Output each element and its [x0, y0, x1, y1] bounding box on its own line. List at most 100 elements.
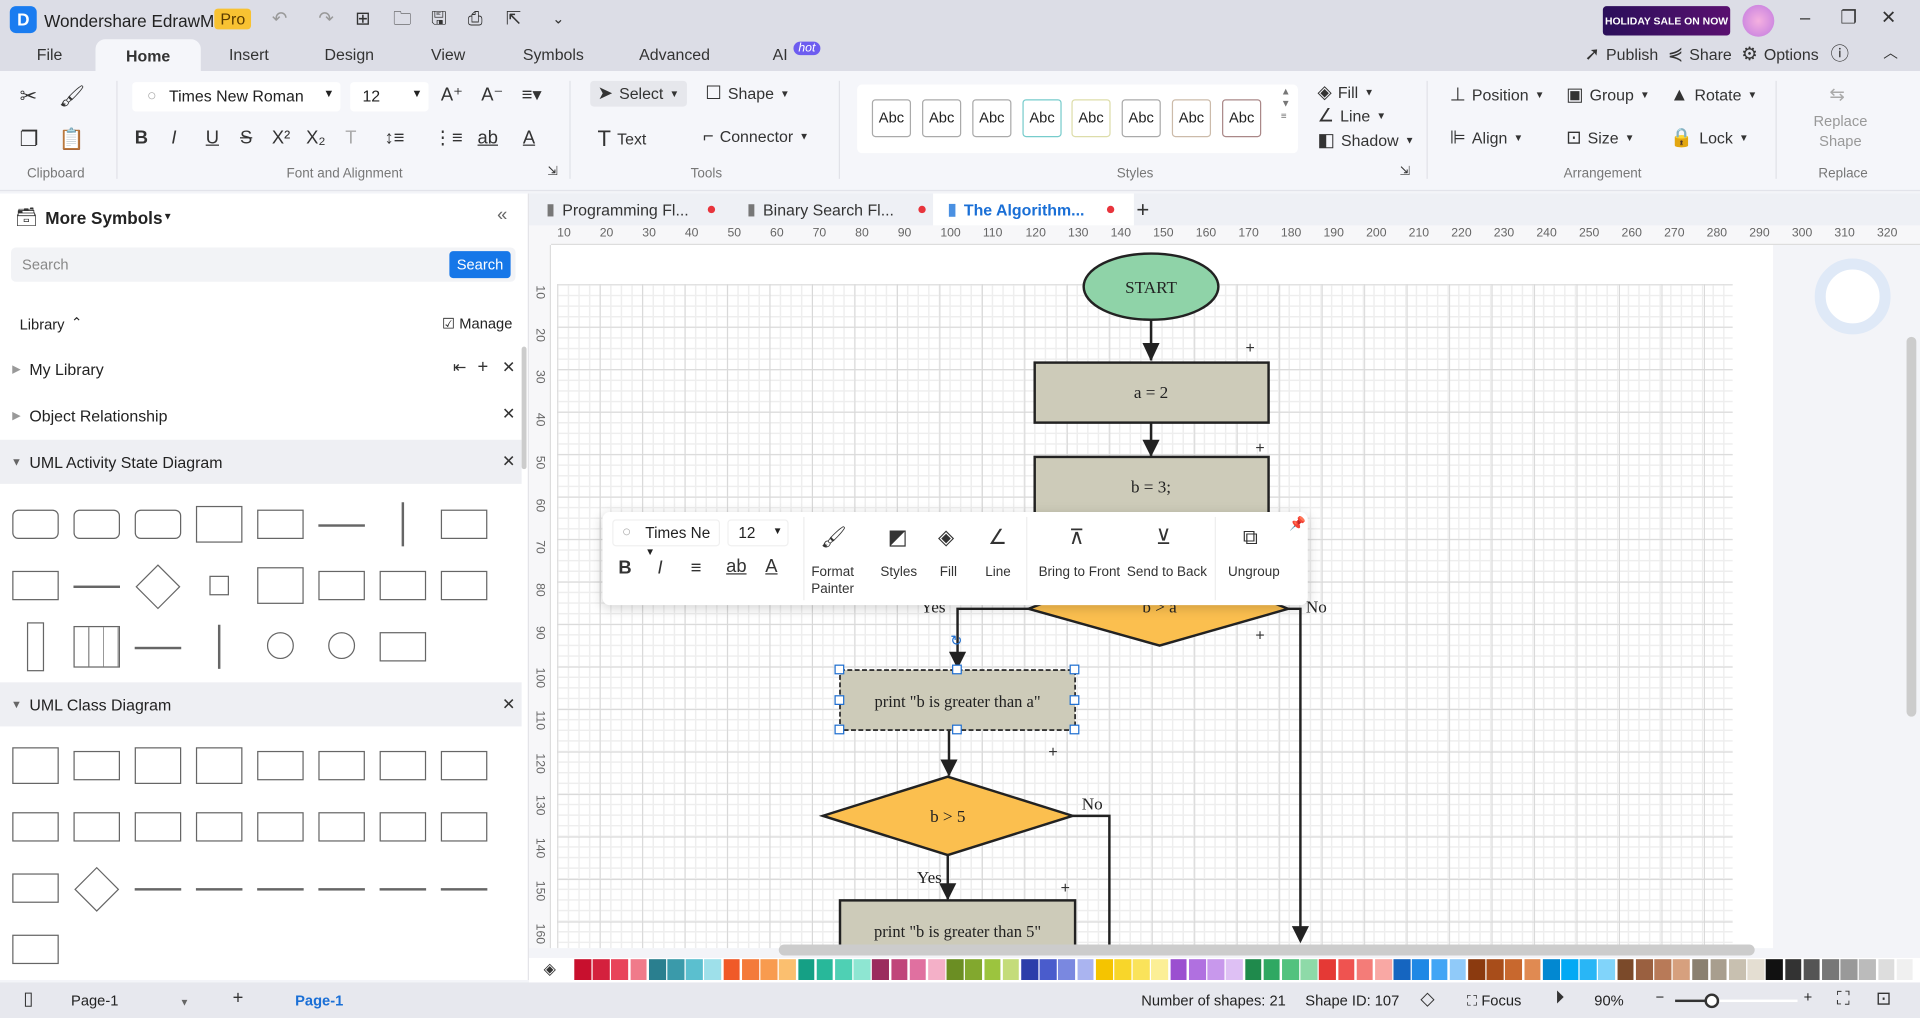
subscript-icon[interactable]: X₂ [306, 129, 325, 147]
color-swatch[interactable] [1375, 959, 1392, 980]
tab-insert[interactable]: Insert [229, 45, 269, 63]
symbol-thumbnail[interactable] [135, 564, 181, 610]
shadow-button[interactable]: ◧ Shadow ▼ [1318, 131, 1415, 149]
format-painter-icon[interactable]: 🖌 [59, 86, 85, 107]
symbol-thumbnail[interactable] [195, 888, 243, 891]
color-swatch[interactable] [1449, 959, 1467, 980]
color-swatch[interactable] [574, 959, 592, 980]
color-swatch[interactable] [1524, 959, 1541, 980]
symbol-thumbnail[interactable] [134, 646, 182, 650]
close-icon[interactable]: ✕ [502, 359, 515, 375]
color-swatch[interactable] [1263, 959, 1281, 980]
symbol-thumbnail[interactable] [257, 567, 304, 604]
line-spacing-icon[interactable]: ↕≡ [384, 129, 404, 147]
color-swatch[interactable] [1840, 959, 1858, 980]
color-swatch[interactable] [1058, 959, 1076, 980]
fill-picker-icon[interactable]: ◈ [544, 960, 556, 976]
customize-icon[interactable]: ⌄ [552, 11, 564, 26]
style-swatch[interactable]: Abc [1022, 99, 1062, 138]
symbol-thumbnail[interactable] [73, 585, 121, 588]
minimize-icon[interactable]: – [1800, 9, 1810, 27]
color-swatch[interactable] [1710, 959, 1728, 980]
format-painter-button[interactable]: Format Painter [806, 564, 860, 598]
library-uml-class[interactable]: UML Class Diagram [0, 682, 522, 727]
zoom-in-icon[interactable]: + [1804, 989, 1813, 1006]
superscript-icon[interactable]: X² [272, 129, 290, 147]
symbol-thumbnail[interactable] [12, 934, 59, 965]
color-swatch[interactable] [946, 959, 964, 980]
symbol-thumbnail[interactable] [257, 888, 304, 891]
color-swatch[interactable] [1486, 959, 1504, 980]
dialog-launcher-icon[interactable]: ⇲ [1400, 166, 1410, 179]
ungroup-button[interactable]: Ungroup [1224, 564, 1283, 581]
underline-icon[interactable]: U [206, 129, 219, 147]
color-swatch[interactable] [909, 959, 927, 980]
print-icon[interactable]: ⎙ [468, 10, 483, 28]
symbol-thumbnail[interactable] [440, 888, 488, 891]
floating-assistant-button[interactable] [1814, 258, 1891, 335]
lock-button[interactable]: 🔒 Lock ▼ [1670, 129, 1748, 147]
color-swatch[interactable] [872, 959, 890, 980]
color-swatch[interactable] [1337, 959, 1355, 980]
close-icon[interactable]: ✕ [502, 405, 515, 421]
styles-button[interactable]: Styles [874, 564, 923, 581]
color-swatch[interactable] [592, 959, 610, 980]
color-swatch[interactable] [928, 959, 945, 980]
color-swatch[interactable] [1672, 959, 1690, 980]
color-swatch[interactable] [1021, 959, 1039, 980]
zoom-out-icon[interactable]: − [1656, 989, 1665, 1006]
add-icon[interactable]: + [478, 358, 489, 376]
symbol-thumbnail[interactable] [12, 747, 59, 784]
color-swatch[interactable] [630, 959, 647, 980]
options-button[interactable]: ⚙ Options [1741, 45, 1818, 63]
more-symbols-title[interactable]: More Symbols [45, 208, 162, 228]
doc-tab[interactable]: ▮ Binary Search Fl... [747, 194, 931, 226]
library-my-library[interactable]: My Library [0, 347, 522, 391]
symbol-thumbnail[interactable] [318, 812, 365, 842]
font-family-select[interactable]: ○ Times Ne ▼ [612, 519, 721, 557]
align-icon[interactable]: ≡ [691, 559, 702, 577]
bullets-icon[interactable]: ⋮≡ [433, 129, 462, 147]
color-swatch[interactable] [1821, 959, 1839, 980]
gallery-scroll-icon[interactable]: ▲ ▼ ≡ [1281, 86, 1291, 123]
play-icon[interactable]: ⏵ [1555, 989, 1564, 1007]
color-swatch[interactable] [1803, 959, 1821, 980]
symbol-thumbnail[interactable] [379, 888, 427, 891]
color-swatch[interactable] [1747, 959, 1765, 980]
send-to-back-button[interactable]: Send to Back [1124, 564, 1210, 581]
avatar[interactable] [1742, 4, 1775, 37]
italic-icon[interactable]: I [658, 559, 663, 577]
bring-to-front-button[interactable]: Bring to Front [1033, 564, 1125, 581]
fullscreen-icon[interactable]: ⊡ [1876, 990, 1891, 1008]
fill-button[interactable]: Fill [933, 564, 964, 581]
symbol-thumbnail[interactable] [318, 524, 365, 527]
close-icon[interactable]: ✕ [502, 453, 515, 469]
share-button[interactable]: ⋞ Share [1668, 45, 1732, 63]
close-window-icon[interactable]: ✕ [1881, 9, 1896, 27]
tab-advanced[interactable]: Advanced [639, 45, 710, 63]
symbol-thumbnail[interactable] [379, 570, 427, 601]
style-swatch[interactable]: Abc [1071, 99, 1111, 138]
tab-file[interactable]: File [37, 45, 63, 63]
symbol-thumbnail[interactable] [257, 812, 304, 842]
color-swatch[interactable] [1132, 959, 1150, 980]
line-button[interactable]: Line [980, 564, 1017, 581]
symbol-thumbnail[interactable] [134, 812, 182, 842]
symbol-thumbnail[interactable] [257, 509, 304, 539]
symbol-thumbnail[interactable] [209, 575, 229, 596]
italic-icon[interactable]: I [171, 129, 176, 147]
focus-button[interactable]: ⛶ Focus [1467, 992, 1521, 1010]
help-icon[interactable]: ⓘ [1831, 45, 1849, 63]
color-swatch[interactable] [816, 959, 834, 980]
connector-button[interactable]: ⌐ Connector ▼ [703, 127, 809, 145]
library-toggle[interactable]: Library [20, 316, 65, 333]
group-button[interactable]: ▣ Group ▼ [1566, 86, 1650, 104]
symbol-thumbnail[interactable] [134, 747, 182, 784]
color-swatch[interactable] [1319, 959, 1336, 980]
symbol-thumbnail[interactable] [318, 888, 365, 891]
size-button[interactable]: ⊡ Size ▼ [1566, 129, 1634, 147]
search-input[interactable]: Search [22, 256, 69, 273]
font-family-select[interactable]: Times New Roman ○ ▼ [132, 82, 341, 112]
color-swatch[interactable] [1002, 959, 1020, 980]
zoom-slider[interactable] [1675, 993, 1798, 1009]
